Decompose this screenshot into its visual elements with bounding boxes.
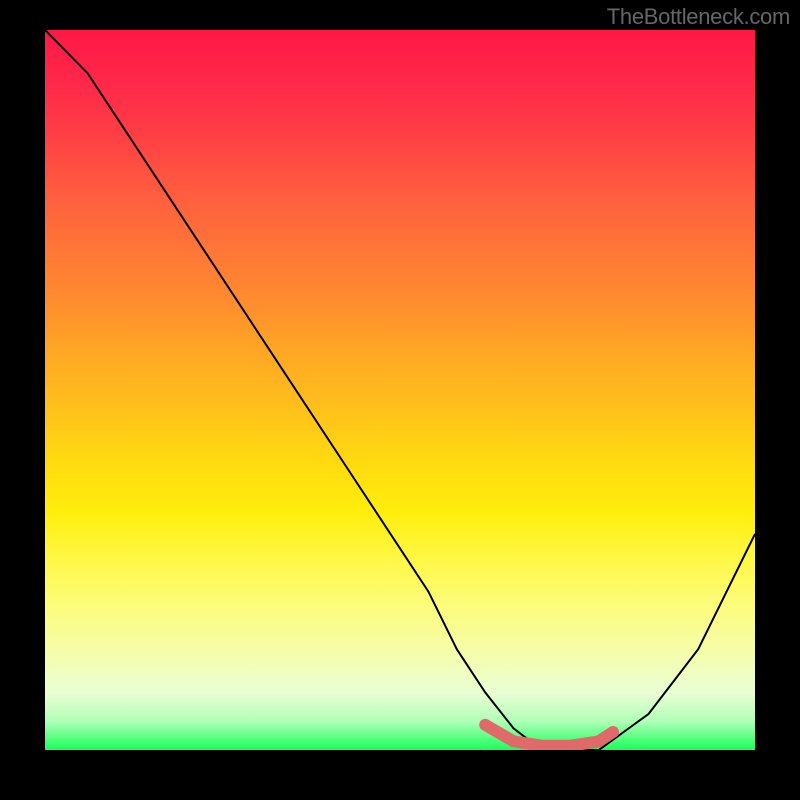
watermark-text: TheBottleneck.com <box>607 4 790 30</box>
chart-plot-area <box>45 30 755 750</box>
chart-svg <box>45 30 755 750</box>
bottleneck-curve-path <box>45 30 755 750</box>
highlight-curve-path <box>485 725 613 746</box>
